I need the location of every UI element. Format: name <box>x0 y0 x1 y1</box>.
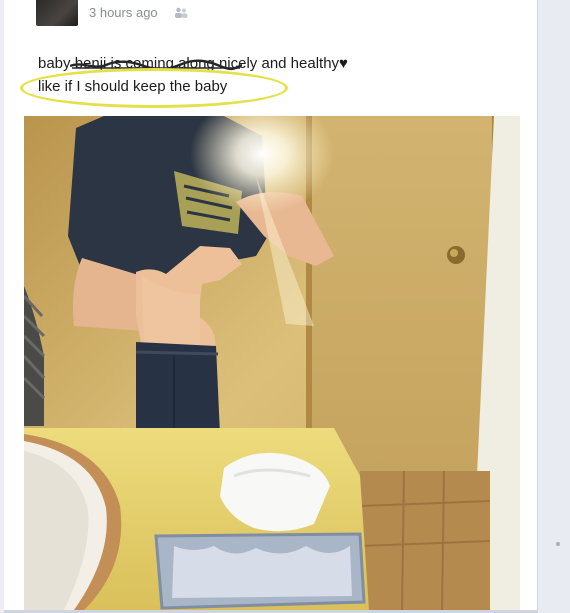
scroll-indicator <box>556 542 560 546</box>
photo-scene <box>24 116 520 610</box>
right-panel <box>537 0 570 613</box>
post-timestamp[interactable]: 3 hours ago <box>89 5 158 20</box>
avatar[interactable] <box>36 0 78 26</box>
post-photo[interactable] <box>24 116 520 610</box>
friends-icon[interactable] <box>174 7 188 18</box>
highlight-ellipse <box>20 68 288 108</box>
